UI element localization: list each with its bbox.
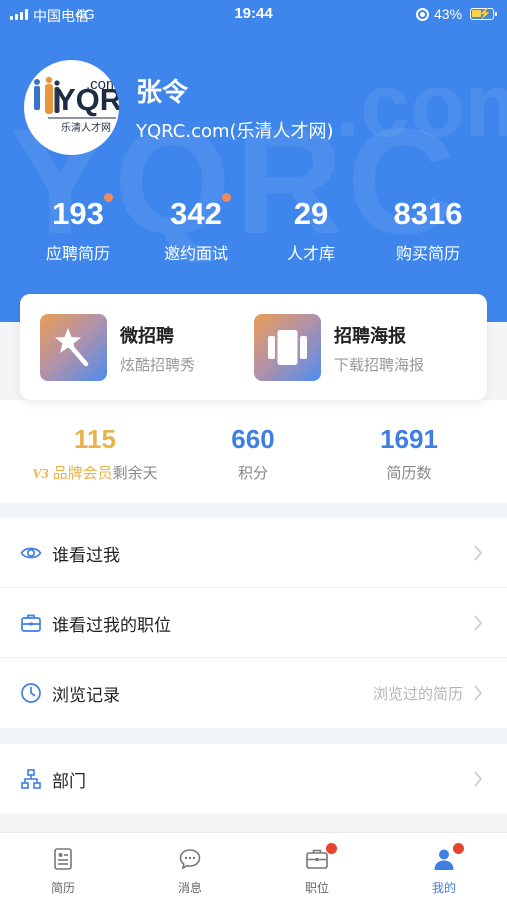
membership-points[interactable]: 660 积分: [173, 424, 333, 483]
menu-label: 谁看过我: [52, 546, 120, 566]
member-type: 品牌会员: [52, 464, 113, 482]
resume-icon: [54, 848, 72, 870]
briefcase-icon: [21, 614, 41, 632]
resumes-value: 1691: [380, 424, 438, 454]
vip-level-icon: V3: [32, 467, 49, 482]
job-icon: [306, 849, 328, 869]
menu-hint: 浏览过的简历: [372, 685, 463, 703]
tab-mine[interactable]: 我的: [381, 833, 507, 900]
logo-com: .com: [86, 76, 119, 93]
tab-label: 我的: [431, 881, 456, 895]
membership-resumes[interactable]: 1691 简历数: [329, 424, 489, 483]
resumes-label: 简历数: [386, 464, 432, 482]
chevron-right-icon: [474, 685, 483, 701]
logo-caption: 乐清人才网: [61, 121, 111, 134]
user-icon: [434, 849, 454, 870]
menu-label: 谁看过我的职位: [52, 616, 171, 636]
stats-row: 193 应聘简历 342 邀约面试 29 人才库 8316 购买简历: [0, 193, 507, 266]
recruit-poster-button[interactable]: 招聘海报 下载招聘海报: [254, 314, 464, 382]
message-icon: [179, 849, 201, 870]
menu-group-org: 部门: [0, 744, 507, 814]
tab-label: 职位: [304, 881, 329, 895]
poster-icon: [254, 314, 321, 381]
menu-who-viewed-my-jobs[interactable]: 谁看过我的职位: [0, 588, 507, 658]
stat-applied-resumes[interactable]: 193 应聘简历: [15, 193, 141, 264]
stat-label: 邀约面试: [163, 244, 228, 263]
stat-value: 8316: [393, 196, 463, 231]
points-value: 660: [231, 424, 275, 454]
tab-resume[interactable]: 简历: [0, 833, 126, 900]
membership-days-value: 115: [74, 424, 116, 454]
status-bar: 中国电信 4G 19:44 43% ⚡: [0, 0, 507, 30]
stat-value: 29: [293, 196, 329, 231]
membership-days[interactable]: 115 V3 品牌会员剩余天: [15, 424, 175, 483]
tab-label: 消息: [177, 881, 202, 895]
feature-subtitle: 下载招聘海报: [334, 356, 425, 374]
magic-wand-icon: [40, 314, 107, 381]
org-chart-icon: [21, 769, 41, 789]
feature-title: 招聘海报: [334, 326, 406, 347]
new-indicator-dot: [103, 193, 113, 202]
notification-badge: [326, 843, 337, 854]
feature-card: 微招聘 炫酷招聘秀 招聘海报 下载招聘海报: [20, 294, 487, 400]
tab-messages[interactable]: 消息: [127, 833, 253, 900]
tab-label: 简历: [50, 881, 75, 895]
days-label: 剩余天: [112, 464, 158, 482]
notification-badge: [453, 843, 464, 854]
menu-browse-history[interactable]: 浏览记录 浏览过的简历: [0, 658, 507, 728]
charging-icon: ⚡: [478, 8, 492, 20]
battery-percent: 43%: [434, 6, 463, 22]
points-label: 积分: [237, 464, 268, 482]
chevron-right-icon: [474, 545, 483, 561]
chevron-right-icon: [474, 615, 483, 631]
menu-department[interactable]: 部门: [0, 744, 507, 814]
clock-icon: [21, 683, 41, 703]
stat-label: 购买简历: [395, 244, 460, 263]
profile-header: YQRC .com 中国电信 4G 19:44 43% ⚡ YQR .com 乐…: [0, 0, 507, 322]
company-logo: YQRC .com 乐清人才网: [34, 76, 119, 134]
avatar[interactable]: YQRC .com 乐清人才网: [24, 60, 119, 155]
micro-recruit-button[interactable]: 微招聘 炫酷招聘秀: [40, 314, 240, 382]
tab-jobs[interactable]: 职位: [254, 833, 380, 900]
stat-value: 342: [170, 196, 222, 231]
new-indicator-dot: [221, 193, 231, 202]
menu-label: 浏览记录: [52, 686, 120, 706]
feature-subtitle: 炫酷招聘秀: [120, 356, 196, 374]
bottom-tab-bar: 简历 消息 职位 我的: [0, 832, 507, 900]
stat-label: 应聘简历: [45, 244, 110, 263]
rotation-lock-icon: [416, 8, 429, 21]
stat-talent-pool[interactable]: 29 人才库: [248, 196, 374, 264]
menu-group-activity: 谁看过我 谁看过我的职位 浏览记录 浏览过的简历: [0, 518, 507, 728]
stat-value: 193: [52, 196, 104, 231]
stat-label: 人才库: [286, 244, 335, 263]
chevron-right-icon: [474, 771, 483, 787]
menu-label: 部门: [52, 772, 86, 792]
stat-purchased-resumes[interactable]: 8316 购买简历: [365, 196, 491, 264]
eye-icon: [20, 547, 42, 559]
menu-who-viewed-me[interactable]: 谁看过我: [0, 518, 507, 588]
user-name: 张令: [136, 78, 189, 108]
status-time: 19:44: [234, 5, 273, 22]
header-watermark-com: .com: [335, 56, 507, 156]
membership-row: 115 V3 品牌会员剩余天 660 积分 1691 简历数: [0, 400, 507, 503]
company-name: YQRC.com(乐清人才网): [136, 121, 334, 142]
feature-title: 微招聘: [120, 326, 174, 347]
stat-interviews[interactable]: 342 邀约面试: [133, 193, 259, 264]
